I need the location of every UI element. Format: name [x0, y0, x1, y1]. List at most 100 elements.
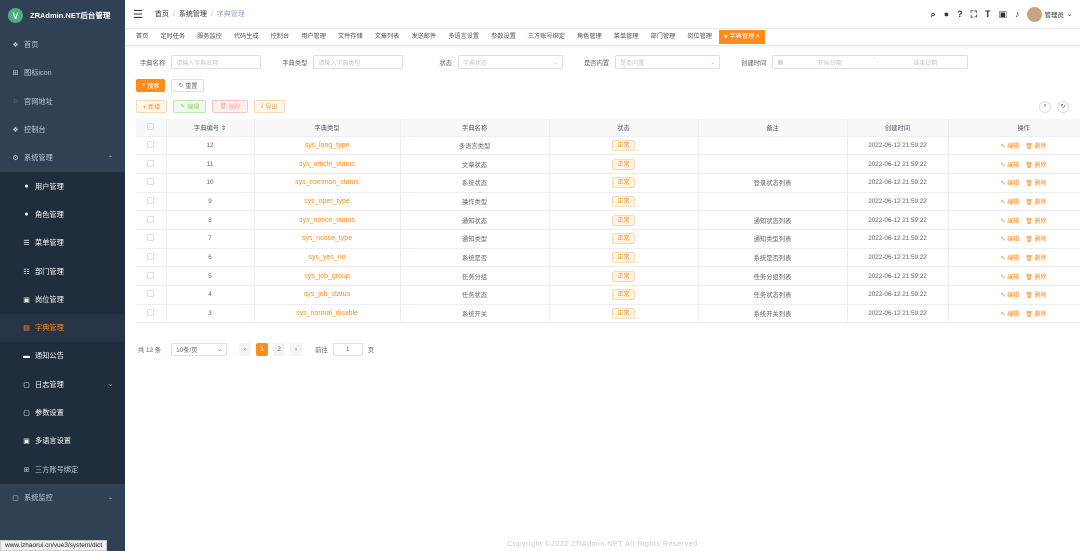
- row-delete-button[interactable]: 🗑 删除: [1025, 144, 1046, 150]
- sidebar-item-gear[interactable]: ⚙ 系统管理 ⌃: [0, 144, 125, 172]
- start-date-input[interactable]: 开始日期: [818, 58, 842, 67]
- row-checkbox[interactable]: [147, 215, 155, 223]
- page-size-select[interactable]: 10条/页 ⌄: [171, 343, 228, 357]
- select-all-header[interactable]: [136, 119, 167, 137]
- reset-button[interactable]: ↻ 重置: [171, 79, 205, 92]
- breadcrumb-system[interactable]: 系统管理: [179, 11, 207, 18]
- row-checkbox[interactable]: [147, 178, 155, 186]
- dict-name-input[interactable]: 请输入字典名称: [171, 55, 262, 69]
- dict-type-link[interactable]: sys_common_status: [254, 173, 401, 193]
- row-edit-button[interactable]: ✎ 编辑: [1000, 181, 1019, 187]
- row-delete-button[interactable]: 🗑 删除: [1025, 256, 1046, 262]
- search-button[interactable]: ⌕ 搜索: [136, 79, 166, 92]
- row-delete-button[interactable]: 🗑 删除: [1025, 275, 1046, 281]
- refresh-icon[interactable]: ↻: [1057, 100, 1069, 113]
- tab-7[interactable]: 文章列表: [370, 30, 405, 44]
- help-icon[interactable]: ?: [957, 9, 963, 19]
- row-edit-button[interactable]: ✎ 编辑: [1000, 219, 1019, 225]
- row-delete-button[interactable]: 🗑 删除: [1025, 237, 1046, 243]
- goto-page-input[interactable]: 1: [332, 343, 363, 357]
- dict-type-link[interactable]: sys_lang_type: [254, 136, 401, 156]
- sidebar-item-message[interactable]: ▬ 通知公告: [0, 342, 125, 371]
- prev-page-button[interactable]: ‹: [239, 343, 252, 357]
- sidebar-item-role[interactable]: ● 角色管理: [0, 200, 125, 230]
- row-delete-button[interactable]: 🗑 删除: [1025, 293, 1046, 299]
- edit-button[interactable]: ✎ 编辑: [173, 100, 207, 113]
- row-checkbox[interactable]: [147, 234, 155, 242]
- row-edit-button[interactable]: ✎ 编辑: [1000, 275, 1019, 281]
- tab-8[interactable]: 发送邮件: [406, 30, 441, 44]
- dict-type-link[interactable]: sys_notice_type: [254, 229, 401, 249]
- fullscreen-icon[interactable]: ⛶: [971, 9, 977, 20]
- tab-3[interactable]: 代码生成: [229, 30, 264, 44]
- dict-type-link[interactable]: sys_oper_type: [254, 192, 401, 212]
- dict-type-link[interactable]: sys_job_group: [254, 266, 401, 286]
- select-all-checkbox[interactable]: [147, 122, 155, 130]
- row-edit-button[interactable]: ✎ 编辑: [1000, 163, 1019, 169]
- row-checkbox[interactable]: [147, 252, 155, 260]
- breadcrumb-home[interactable]: 首页: [155, 11, 169, 18]
- sidebar-item-menu-list[interactable]: ☰ 菜单管理: [0, 229, 125, 258]
- col-dict-id[interactable]: 字典编号 ⇕: [166, 119, 255, 137]
- tab-16[interactable]: ● 字典管理 ×: [719, 30, 765, 44]
- tab-11[interactable]: 三方账号绑定: [523, 30, 570, 44]
- sidebar-item-console[interactable]: ❖ 控制台: [0, 116, 125, 144]
- end-date-input[interactable]: 结束日期: [913, 58, 937, 67]
- delete-button[interactable]: 🗑 删除: [212, 100, 248, 113]
- row-edit-button[interactable]: ✎ 编辑: [1000, 312, 1019, 318]
- language-icon[interactable]: ▣: [998, 9, 1007, 20]
- row-delete-button[interactable]: 🗑 删除: [1025, 181, 1046, 187]
- row-edit-button[interactable]: ✎ 编辑: [1000, 256, 1019, 262]
- sidebar-item-log[interactable]: ▢ 日志管理 ⌄: [0, 370, 125, 399]
- row-select-cell[interactable]: [136, 266, 167, 286]
- sidebar-item-post[interactable]: ▣ 岗位管理: [0, 285, 125, 314]
- row-checkbox[interactable]: [147, 196, 155, 204]
- user-menu[interactable]: 管理员 ⌄: [1027, 6, 1072, 22]
- font-size-icon[interactable]: T: [985, 9, 991, 19]
- sidebar-item-icon-grid[interactable]: ⊞ 图标icon: [0, 59, 125, 87]
- row-checkbox[interactable]: [147, 159, 155, 167]
- row-select-cell[interactable]: [136, 136, 167, 156]
- row-checkbox[interactable]: [147, 290, 155, 298]
- row-checkbox[interactable]: [147, 140, 155, 148]
- row-select-cell[interactable]: [136, 285, 167, 305]
- sidebar-item-edit[interactable]: ▢ 参数设置: [0, 398, 125, 428]
- sidebar-item-monitor[interactable]: ▢ 系统监控 ⌄: [0, 484, 125, 512]
- row-delete-button[interactable]: 🗑 删除: [1025, 200, 1046, 206]
- tab-0[interactable]: 首页: [131, 30, 153, 44]
- status-select[interactable]: 字典状态 ⌄: [457, 55, 563, 69]
- dict-type-input[interactable]: 请输入字典类型: [313, 55, 404, 69]
- github-icon[interactable]: ●: [944, 9, 949, 19]
- tab-14[interactable]: 部门管理: [646, 30, 681, 44]
- row-select-cell[interactable]: [136, 173, 167, 193]
- tab-6[interactable]: 文件存储: [333, 30, 368, 44]
- tab-15[interactable]: 岗位管理: [682, 30, 717, 44]
- sidebar-item-language[interactable]: ▣ 多语言设置: [0, 427, 125, 456]
- bell-icon[interactable]: ♪: [1015, 9, 1020, 19]
- row-select-cell[interactable]: [136, 304, 167, 324]
- row-select-cell[interactable]: [136, 154, 167, 174]
- search-icon[interactable]: ⌕: [931, 9, 936, 20]
- sidebar-item-tree[interactable]: ☷ 部门管理: [0, 257, 125, 286]
- row-edit-button[interactable]: ✎ 编辑: [1000, 237, 1019, 243]
- row-delete-button[interactable]: 🗑 删除: [1025, 163, 1046, 169]
- row-edit-button[interactable]: ✎ 编辑: [1000, 293, 1019, 299]
- tab-9[interactable]: 多语言设置: [443, 30, 484, 44]
- row-select-cell[interactable]: [136, 229, 167, 249]
- next-page-button[interactable]: ›: [290, 343, 303, 357]
- logo[interactable]: V ZRAdmin.NET后台管理: [0, 0, 125, 31]
- tab-5[interactable]: 用户管理: [296, 30, 331, 44]
- dict-type-link[interactable]: sys_job_status: [254, 285, 401, 305]
- row-select-cell[interactable]: [136, 192, 167, 212]
- sidebar-item-user[interactable]: ● 用户管理: [0, 172, 125, 201]
- page-2-button[interactable]: 2: [273, 343, 286, 357]
- tab-13[interactable]: 菜单管理: [609, 30, 644, 44]
- tab-2[interactable]: 服务监控: [192, 30, 227, 44]
- row-delete-button[interactable]: 🗑 删除: [1025, 219, 1046, 225]
- sort-icon[interactable]: ⇕: [221, 125, 226, 132]
- tab-4[interactable]: 控制台: [266, 30, 295, 44]
- row-checkbox[interactable]: [147, 309, 155, 317]
- tab-10[interactable]: 参数设置: [486, 30, 521, 44]
- row-select-cell[interactable]: [136, 210, 167, 230]
- dict-type-link[interactable]: sys_yes_no: [254, 248, 401, 268]
